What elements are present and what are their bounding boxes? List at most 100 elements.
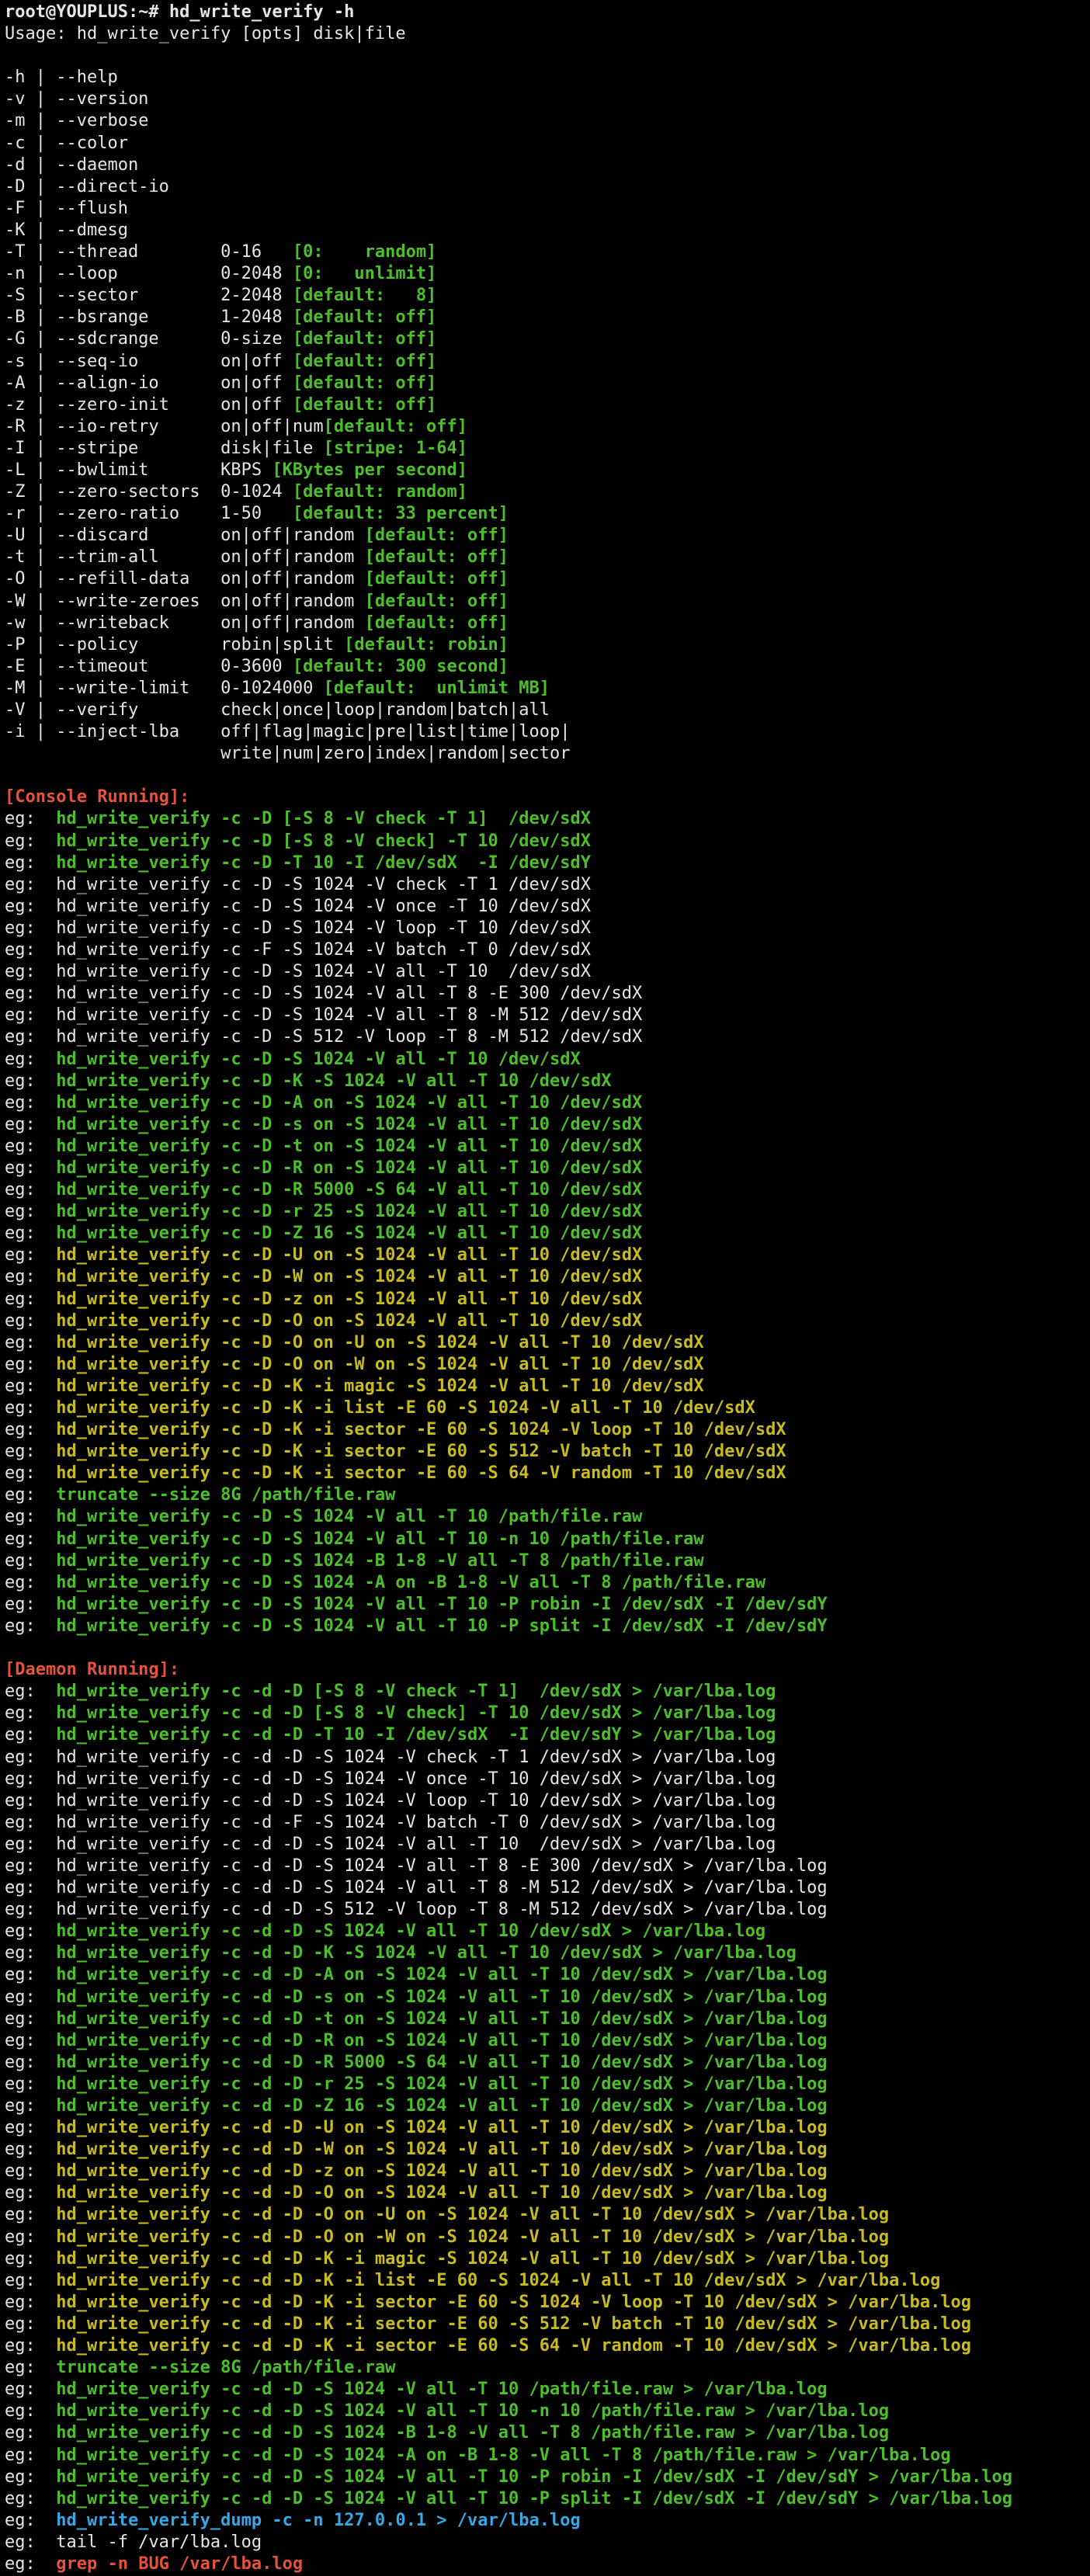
terminal-output-line: eg: hd_write_verify -c -D -O on -S 1024 … <box>5 1311 1090 1332</box>
terminal-output-line: eg: hd_write_verify -c -d -D [-S 8 -V ch… <box>5 1703 1090 1724</box>
terminal-text-segment: eg: hd_write_verify -c -D -S 512 -V loop… <box>5 1027 643 1047</box>
terminal-text-segment: [stripe: 1-64] <box>323 438 468 458</box>
terminal-text-segment: eg: <box>5 1922 57 1942</box>
terminal-text-segment: eg: <box>5 1965 57 1985</box>
terminal-output-line: -G | --sdcrange 0-size [default: off] <box>5 328 1090 350</box>
terminal-output-line: -M | --write-limit 0-1024000 [default: u… <box>5 678 1090 700</box>
terminal-text-segment: [0: unlimit] <box>292 264 437 284</box>
terminal-text-segment: -E | --timeout 0-3600 <box>5 656 293 676</box>
terminal-text-segment: hd_write_verify -c -d -D -O on -S 1024 -… <box>56 2183 828 2203</box>
terminal-text-segment: hd_write_verify -c -D -K -S 1024 -V all … <box>56 1071 612 1091</box>
terminal-text-segment: eg: <box>5 1245 57 1265</box>
terminal-text-segment: hd_write_verify -c -D -O on -S 1024 -V a… <box>56 1311 643 1331</box>
terminal-text-segment: hd_write_verify -c -d -D -S 1024 -V all … <box>56 2467 1013 2487</box>
terminal-output-line: eg: hd_write_verify -c -D -S 1024 -V all… <box>5 1594 1090 1616</box>
terminal-output-line: eg: hd_write_verify -c -d -D [-S 8 -V ch… <box>5 1681 1090 1703</box>
terminal-text-segment: eg: <box>5 1442 57 1462</box>
terminal-text-segment: eg: <box>5 2445 57 2465</box>
terminal-text-segment: hd_write_verify -c -d -D -S 1024 -B 1-8 … <box>56 2423 890 2443</box>
terminal-text-segment: hd_write_verify -c -d -D -S 1024 -V all … <box>56 2380 828 2400</box>
terminal-text-segment: hd_write_verify -c -d -D -K -i list -E 6… <box>56 2270 941 2290</box>
terminal-output-line: eg: hd_write_verify -c -d -D -O on -W on… <box>5 2227 1090 2248</box>
terminal-text-segment: eg: <box>5 1354 57 1374</box>
terminal-text-segment: eg: <box>5 2248 57 2269</box>
terminal-output-line: -L | --bwlimit KBPS [KBytes per second] <box>5 460 1090 481</box>
terminal-output-line: eg: hd_write_verify -c -D -S 1024 -V all… <box>5 1616 1090 1637</box>
terminal-text-segment: hd_write_verify -c -d -D -K -i sector -E… <box>56 2292 972 2312</box>
terminal-text-segment: [default: off] <box>364 569 509 589</box>
terminal-output-line: eg: hd_write_verify -c -d -D -O on -S 10… <box>5 2182 1090 2204</box>
terminal-output-line: -Z | --zero-sectors 0-1024 [default: ran… <box>5 481 1090 503</box>
terminal-text-segment: -v | --version <box>5 89 149 109</box>
terminal-output-line: eg: hd_write_verify -c -D -K -i sector -… <box>5 1463 1090 1484</box>
terminal-text-segment: eg: <box>5 2336 57 2356</box>
terminal-output-line: -i | --inject-lba off|flag|magic|pre|lis… <box>5 721 1090 743</box>
terminal-output-line: eg: hd_write_verify -c -D -S 1024 -V onc… <box>5 896 1090 918</box>
terminal-text-segment: [default: off] <box>292 394 437 415</box>
terminal-text-segment: -S | --sector 2-2048 <box>5 286 293 306</box>
terminal-window[interactable]: root@YOUPLUS:~# hd_write_verify -h Usage:… <box>0 0 1090 2576</box>
terminal-output-line: -W | --write-zeroes on|off|random [defau… <box>5 591 1090 613</box>
terminal-output-line: eg: hd_write_verify -c -D -S 1024 -V all… <box>5 1506 1090 1528</box>
terminal-text-segment: -L | --bwlimit KBPS <box>5 460 272 480</box>
terminal-output-line: [Console Running]: <box>5 786 1090 808</box>
terminal-output-line: eg: hd_write_verify -c -D [-S 8 -V check… <box>5 808 1090 830</box>
terminal-output-line: eg: hd_write_verify -c -D -z on -S 1024 … <box>5 1289 1090 1311</box>
terminal-text-segment: hd_write_verify -c -d -D -K -S 1024 -V a… <box>56 1943 797 1963</box>
terminal-output-line: eg: hd_write_verify -c -F -S 1024 -V bat… <box>5 939 1090 961</box>
terminal-output-line: eg: hd_write_verify -c -D -K -S 1024 -V … <box>5 1071 1090 1092</box>
terminal-output-line: -w | --writeback on|off|random [default:… <box>5 613 1090 634</box>
terminal-text-segment: eg: <box>5 1616 57 1636</box>
terminal-output-line: eg: hd_write_verify -c -D -W on -S 1024 … <box>5 1266 1090 1288</box>
terminal-text-segment: -V | --verify check|once|loop|random|bat… <box>5 700 550 720</box>
terminal-text-segment: eg: hd_write_verify -c -D -S 1024 -V onc… <box>5 896 591 916</box>
terminal-output-line: eg: hd_write_verify -c -d -D -S 1024 -V … <box>5 1747 1090 1769</box>
terminal-text-segment: -B | --bsrange 1-2048 <box>5 307 293 328</box>
terminal-output-line: eg: hd_write_verify -c -d -D -z on -S 10… <box>5 2161 1090 2182</box>
terminal-output-line: eg: hd_write_verify -c -d -D -S 1024 -V … <box>5 1769 1090 1790</box>
terminal-output-line: eg: tail -f /var/lba.log <box>5 2532 1090 2553</box>
terminal-text-segment: eg: hd_write_verify -c -d -F -S 1024 -V … <box>5 1812 776 1832</box>
terminal-output-line: eg: hd_write_verify -c -D -S 1024 -V all… <box>5 1529 1090 1550</box>
terminal-text-segment: eg: <box>5 1594 57 1614</box>
terminal-output-line: eg: hd_write_verify -c -D -O on -W on -S… <box>5 1354 1090 1376</box>
terminal-output-line: eg: hd_write_verify -c -D -O on -U on -S… <box>5 1332 1090 1354</box>
terminal-output-line: eg: hd_write_verify -c -D -S 1024 -V all… <box>5 1005 1090 1026</box>
terminal-text-segment: [default: unlimit MB] <box>323 678 550 698</box>
terminal-text-segment: eg: <box>5 1311 57 1331</box>
terminal-text-segment: hd_write_verify -c -D -R on -S 1024 -V a… <box>56 1158 643 1178</box>
terminal-text-segment: -T | --thread 0-16 <box>5 242 293 262</box>
terminal-text-segment: eg: <box>5 2205 57 2225</box>
terminal-text-segment: hd_write_verify -c -D -K -i sector -E 60… <box>56 1442 786 1462</box>
terminal-text-segment: eg: hd_write_verify -c -d -D -S 1024 -V … <box>5 1790 776 1810</box>
command-prompt-line: root@YOUPLUS:~# hd_write_verify -h <box>5 2 1090 23</box>
terminal-output-line: -s | --seq-io on|off [default: off] <box>5 351 1090 373</box>
terminal-text-segment: hd_write_verify -c -d -D -U on -S 1024 -… <box>56 2118 828 2138</box>
terminal-text-segment: hd_write_verify -c -d -D -Z 16 -S 1024 -… <box>56 2096 828 2116</box>
terminal-output-line: -P | --policy robin|split [default: robi… <box>5 634 1090 656</box>
terminal-output-line: eg: hd_write_verify -c -d -D -K -S 1024 … <box>5 1942 1090 1964</box>
terminal-text-segment: hd_write_verify -c -d -D -O on -U on -S … <box>56 2205 890 2225</box>
terminal-output-line: eg: hd_write_verify -c -D -S 1024 -B 1-8… <box>5 1550 1090 1572</box>
terminal-text-segment: [default: 8] <box>292 286 437 306</box>
terminal-text-segment: [default: off] <box>364 613 509 633</box>
terminal-output-line: eg: hd_write_verify -c -d -D -A on -S 10… <box>5 1964 1090 1986</box>
terminal-text-segment: truncate --size 8G /path/file.raw <box>56 2358 396 2378</box>
terminal-output-line: eg: hd_write_verify -c -d -D -S 1024 -V … <box>5 2379 1090 2401</box>
terminal-text-segment: hd_write_verify -c -D -O on -W on -S 102… <box>56 1354 704 1374</box>
terminal-text-segment: eg: <box>5 831 57 851</box>
terminal-output-line: -A | --align-io on|off [default: off] <box>5 373 1090 394</box>
terminal-text-segment: eg: <box>5 2314 57 2334</box>
terminal-output-line: eg: hd_write_verify -c -d -D -S 1024 -V … <box>5 1877 1090 1899</box>
terminal-output-line: eg: hd_write_verify -c -D -t on -S 1024 … <box>5 1136 1090 1158</box>
terminal-output-line: eg: hd_write_verify -c -d -D -K -i secto… <box>5 2335 1090 2357</box>
terminal-text-segment: eg: <box>5 1049 57 1069</box>
terminal-text-segment: eg: hd_write_verify -c -D -S 1024 -V all… <box>5 984 643 1004</box>
terminal-text-segment: eg: <box>5 2488 57 2508</box>
terminal-text-segment: eg: <box>5 1943 57 1963</box>
terminal-output-line: -n | --loop 0-2048 [0: unlimit] <box>5 263 1090 285</box>
terminal-text-segment: eg: <box>5 809 57 829</box>
terminal-text-segment: eg: <box>5 2183 57 2203</box>
